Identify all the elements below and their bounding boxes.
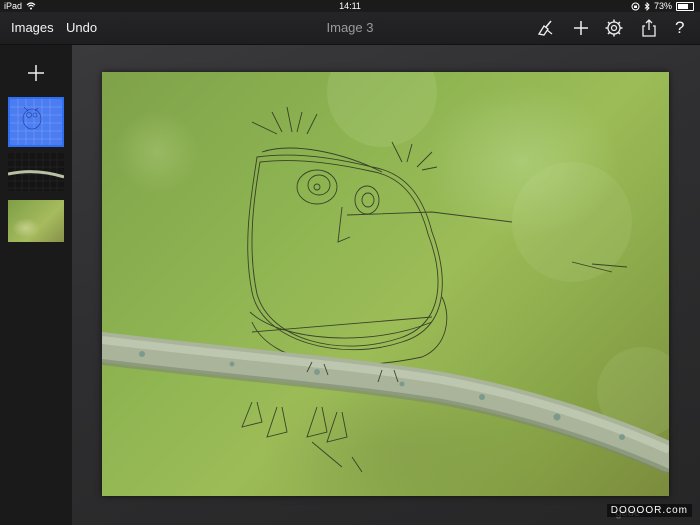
document-title: Image 3 — [326, 20, 374, 35]
battery-fill — [678, 3, 688, 9]
add-icon[interactable] — [571, 18, 591, 38]
bokeh-light — [512, 162, 632, 282]
help-button[interactable]: ? — [675, 12, 684, 44]
layer-thumbnail-background[interactable] — [8, 200, 64, 242]
status-right: 73% — [631, 0, 694, 12]
layers-sidebar — [0, 45, 73, 525]
brush-tool-icon[interactable] — [535, 18, 555, 38]
battery-percent: 73% — [653, 1, 672, 11]
layer-thumbnail-sketch[interactable] — [8, 97, 64, 147]
bluetooth-icon — [644, 1, 650, 11]
add-layer-icon[interactable] — [26, 63, 46, 83]
rotation-lock-icon — [631, 2, 640, 10]
canvas-artwork — [102, 72, 669, 475]
undo-button[interactable]: Undo — [66, 12, 97, 44]
status-bar: iPad 14:11 73% — [0, 0, 700, 12]
canvas-area: gede DOOOOR.com — [72, 45, 700, 525]
site-watermark: DOOOOR.com — [606, 504, 692, 517]
sketch-grid-preview — [10, 99, 62, 145]
share-icon[interactable] — [639, 18, 659, 38]
images-button[interactable]: Images — [11, 12, 54, 44]
settings-gear-icon[interactable] — [604, 18, 624, 38]
top-toolbar: Images Undo Image 3 ? — [0, 12, 700, 45]
drawing-canvas[interactable] — [102, 72, 669, 496]
layer-thumbnail-branch[interactable] — [7, 153, 65, 191]
status-time: 14:11 — [339, 1, 361, 11]
battery-icon — [676, 1, 694, 11]
branch-preview — [7, 153, 65, 191]
bokeh-light — [327, 72, 437, 147]
